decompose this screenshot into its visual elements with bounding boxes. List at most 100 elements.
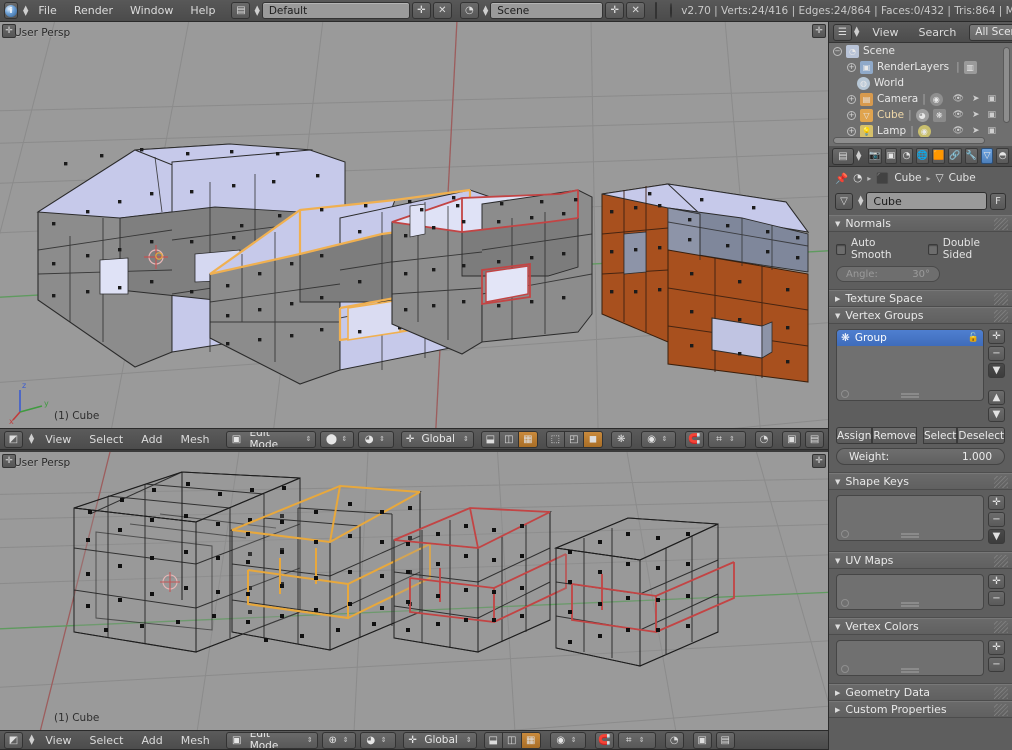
screen-layout-icon[interactable]: ▤ [231,2,251,19]
eye-icon[interactable]: 👁 [953,126,964,136]
outliner-row-cube[interactable]: + ▽ Cube | ◕ ❋ 👁 ➤ ▣ [829,107,1012,123]
list-options-icon[interactable] [841,389,849,398]
properties-editor-spinner[interactable]: ▲ ▼ [854,150,861,162]
vertex-group-specials-button[interactable]: ▼ [988,363,1005,378]
breadcrumb-object[interactable]: Cube [894,172,921,184]
render-image-icon[interactable]: ▣ [782,430,802,448]
screen-layout-selector[interactable]: ▤ ▲ ▼ Default ✛ ✕ [231,2,452,19]
remove-vertex-color-button[interactable]: − [988,657,1005,672]
cursor-arrow-icon[interactable]: ➤ [972,94,980,104]
unlock-icon[interactable]: 🔓 [968,333,979,343]
magnet-icon[interactable]: 🧲 [685,430,705,448]
cursor-arrow-icon[interactable]: ➤ [972,110,980,120]
checkbox-icon[interactable] [836,243,847,255]
scene-selector[interactable]: ◔ ▲ ▼ Scene ✛ ✕ [459,2,646,19]
object-tab[interactable]: 🟧 [932,148,946,164]
vertex-colors-panel-header[interactable]: ▼ Vertex Colors [829,618,1012,635]
pin-icon[interactable]: 📌 [835,172,848,185]
world-tab[interactable]: 🌐 [915,148,930,164]
pivot-point-selector[interactable]: ◕ ⇕ [358,430,394,448]
shading-mode-selector[interactable]: ⬤ ⇕ [320,430,355,448]
breadcrumb-data[interactable]: Cube [949,172,976,184]
viewport-menu-add[interactable]: Add [134,732,169,749]
menu-file[interactable]: File [31,2,63,19]
select-button[interactable]: Select [923,427,958,444]
list-options-icon[interactable] [841,598,849,607]
viewport-menu-mesh[interactable]: Mesh [174,431,217,448]
eye-icon[interactable]: 👁 [953,94,964,104]
screen-layout-spinner[interactable]: ▲ ▼ [252,4,259,16]
plus-icon[interactable]: ✛ [605,2,625,19]
vertex-groups-panel-header[interactable]: ▼ Vertex Groups [829,307,1012,324]
browse-scene-icon[interactable]: ◔ [853,172,862,184]
auto-smooth-angle-slider[interactable]: Angle: 30° [836,266,940,282]
outliner-horizontal-scrollbar[interactable] [833,137,985,144]
outliner-restrict-icons[interactable]: 👁 ➤ ▣ [953,94,997,104]
add-shape-key-button[interactable]: ✛ [988,495,1005,510]
properties-editor-type-icon[interactable]: ▤ [832,147,854,165]
screen-layout-value[interactable]: Default [261,2,410,19]
viewport-top-corner-handle-tr[interactable]: ✛ [812,24,826,38]
menu-render[interactable]: Render [67,2,120,19]
outliner-tree[interactable]: − ◔ Scene + ▣ RenderLayers | ▥ ◍ World +… [829,43,1012,146]
viewport-menu-add[interactable]: Add [134,431,169,448]
translate-manipulator-icon[interactable]: ⬓ [483,731,503,749]
normals-panel-header[interactable]: ▼ Normals [829,215,1012,232]
x-icon[interactable]: ✕ [626,2,646,19]
proportional-edit-selector[interactable]: ◉ ⇕ [640,430,677,448]
list-options-icon[interactable] [841,529,849,538]
outliner-menu-search[interactable]: Search [912,24,964,41]
scene-tab[interactable]: ◔ [900,148,913,164]
mesh-name-input[interactable]: Cube [866,192,987,210]
viewport-menu-view[interactable]: View [38,732,78,749]
editor-type-icon[interactable]: ◩ [4,430,23,448]
remove-uv-map-button[interactable]: − [988,591,1005,606]
proportional-edit-selector[interactable]: ◉ ⇕ [549,731,586,749]
list-resize-grip[interactable] [837,388,983,399]
outliner-row-world[interactable]: ◍ World [829,75,1012,91]
camera-render-icon[interactable]: ▣ [987,110,996,120]
rotate-manipulator-icon[interactable]: ◫ [502,731,522,749]
editor-type-spinner[interactable]: ▲ ▼ [21,4,28,16]
vertex-select-icon[interactable]: ⬚ [545,430,565,448]
outliner-restrict-icons[interactable]: 👁 ➤ ▣ [953,110,997,120]
scene-spinner[interactable]: ▲ ▼ [481,4,488,16]
shape-key-specials-button[interactable]: ▼ [988,529,1005,544]
editor-type-icon[interactable]: ◩ [4,731,23,749]
mode-selector[interactable]: ▣ Edit Mode ⇕ [225,731,318,749]
outliner-row-scene[interactable]: − ◔ Scene [829,43,1012,59]
editor-type-spinner[interactable]: ▲ ▼ [27,433,34,445]
viewport-top-corner-handle-tl[interactable]: ✛ [2,24,16,38]
translate-manipulator-icon[interactable]: ⬓ [480,430,500,448]
limit-selection-visible-icon[interactable]: ❋ [610,430,632,448]
add-uv-map-button[interactable]: ✛ [988,574,1005,589]
weight-slider[interactable]: Weight: 1.000 [836,448,1005,465]
viewport-menu-mesh[interactable]: Mesh [174,732,217,749]
render-animation-icon[interactable]: ▤ [715,731,735,749]
custom-properties-panel-header[interactable]: ▶ Custom Properties [829,701,1012,718]
outliner-row-camera[interactable]: + ▤ Camera | ◉ 👁 ➤ ▣ [829,91,1012,107]
magnet-icon[interactable]: 🧲 [594,731,614,749]
checkbox-icon[interactable] [927,243,938,255]
vertex-groups-list[interactable]: ❋ Group 🔓 [836,329,984,401]
constraints-tab[interactable]: 🔗 [948,148,962,164]
expand-icon[interactable]: + [847,126,856,136]
remove-button[interactable]: Remove [872,427,917,444]
object-data-tab[interactable]: ▽ [980,148,994,164]
outliner-scope-button[interactable]: All Scenes [969,23,1012,41]
fake-user-button[interactable]: F [990,192,1006,210]
pivot-point-selector[interactable]: ◕ ⇕ [359,731,396,749]
viewport-menu-select[interactable]: Select [82,431,130,448]
uv-maps-list[interactable] [836,574,984,610]
outliner-menu-view[interactable]: View [865,24,905,41]
mesh-display-icon[interactable]: ◔ [664,731,684,749]
outliner-row-renderlayers[interactable]: + ▣ RenderLayers | ▥ [829,59,1012,75]
shape-keys-panel-header[interactable]: ▼ Shape Keys [829,473,1012,490]
transform-orientation-selector[interactable]: ✛ Global ⇕ [400,430,474,448]
mode-selector[interactable]: ▣ Edit Mode ⇕ [225,430,317,448]
edge-select-icon[interactable]: ◰ [564,430,584,448]
render-tab[interactable]: 📷 [868,148,882,164]
outliner-filter-icon[interactable]: ☰ [833,23,852,41]
blender-logo-icon[interactable]: i [4,2,18,19]
vertex-group-item[interactable]: ❋ Group 🔓 [837,330,983,346]
